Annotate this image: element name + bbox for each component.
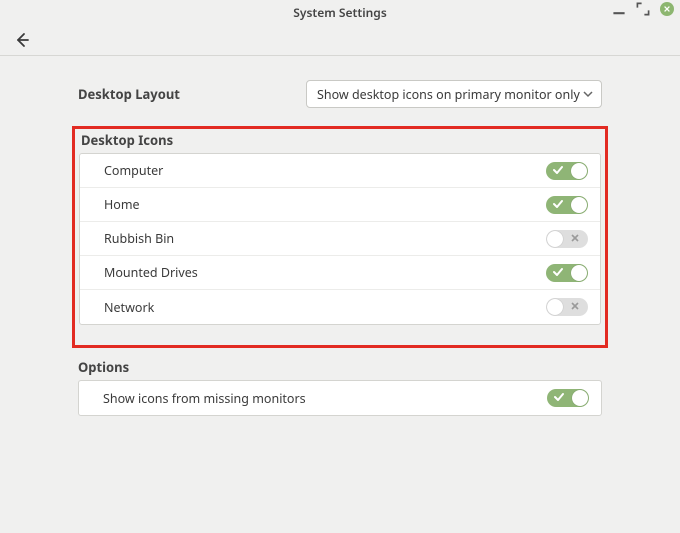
toggle-knob: [571, 265, 587, 281]
check-icon: [554, 392, 564, 402]
toggle-options-0[interactable]: [547, 389, 589, 407]
titlebar: System Settings: [0, 0, 680, 24]
list-item: Show icons from missing monitors: [79, 381, 601, 415]
list-item: Computer: [80, 154, 600, 188]
row-label: Rubbish Bin: [104, 230, 546, 247]
desktop-layout-row: Desktop Layout Show desktop icons on pri…: [78, 80, 602, 108]
options-panel: Show icons from missing monitors: [78, 380, 602, 416]
desktop-icons-highlight: Desktop Icons Computer Home Rubbish Bin Mou…: [72, 126, 608, 348]
check-icon: [553, 267, 563, 277]
toggle-knob: [571, 163, 587, 179]
desktop-icons-title: Desktop Icons: [81, 131, 601, 149]
desktop-icons-panel: Computer Home Rubbish Bin Mounted Drives Net…: [79, 153, 601, 325]
row-label: Computer: [104, 162, 546, 179]
toggle-desktopIcons-1[interactable]: [546, 196, 588, 214]
row-label: Show icons from missing monitors: [103, 390, 547, 407]
check-icon: [553, 199, 563, 209]
toggle-knob: [572, 390, 588, 406]
row-label: Home: [104, 196, 546, 213]
close-button[interactable]: [660, 2, 674, 16]
window-controls: [612, 2, 674, 16]
list-item: Home: [80, 188, 600, 222]
minimize-button[interactable]: [612, 2, 626, 16]
desktop-layout-dropdown[interactable]: Show desktop icons on primary monitor on…: [306, 80, 602, 108]
desktop-layout-label: Desktop Layout: [78, 85, 180, 103]
toggle-desktopIcons-2[interactable]: [546, 230, 588, 248]
back-button[interactable]: [12, 30, 32, 50]
row-label: Network: [104, 299, 546, 316]
maximize-button[interactable]: [636, 2, 650, 16]
check-icon: [553, 165, 563, 175]
list-item: Network: [80, 290, 600, 324]
list-item: Mounted Drives: [80, 256, 600, 290]
x-icon: [570, 233, 580, 243]
toolbar: [0, 24, 680, 56]
window-title: System Settings: [293, 4, 386, 21]
toggle-knob: [547, 231, 563, 247]
content: Desktop Layout Show desktop icons on pri…: [0, 56, 680, 416]
toggle-desktopIcons-0[interactable]: [546, 162, 588, 180]
toggle-desktopIcons-4[interactable]: [546, 298, 588, 316]
desktop-layout-value: Show desktop icons on primary monitor on…: [317, 86, 580, 103]
toggle-desktopIcons-3[interactable]: [546, 264, 588, 282]
toggle-knob: [571, 197, 587, 213]
x-icon: [570, 301, 580, 311]
list-item: Rubbish Bin: [80, 222, 600, 256]
options-title: Options: [78, 358, 602, 376]
chevron-down-icon: [583, 86, 593, 103]
toggle-knob: [547, 299, 563, 315]
row-label: Mounted Drives: [104, 264, 546, 281]
